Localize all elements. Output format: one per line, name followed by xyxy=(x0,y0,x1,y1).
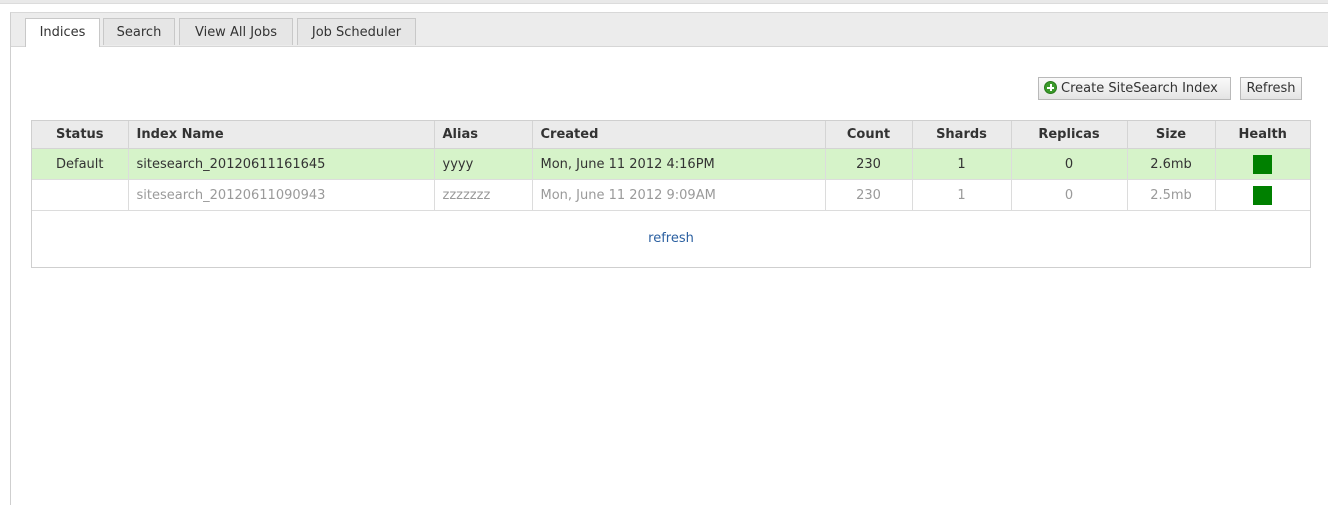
health-status-indicator xyxy=(1253,154,1273,174)
index-name-cell: sitesearch_20120611161645 xyxy=(128,148,435,180)
column-header-alias[interactable]: Alias xyxy=(434,121,533,149)
size-cell: 2.5mb xyxy=(1127,179,1216,211)
indices-page: Indices Search View All Jobs Job Schedul… xyxy=(10,12,1328,505)
count-cell: 230 xyxy=(825,148,913,180)
status-cell xyxy=(32,179,129,211)
tab-bar: Indices Search View All Jobs Job Schedul… xyxy=(11,13,1328,47)
refresh-button[interactable]: Refresh xyxy=(1240,77,1302,100)
alias-cell: yyyy xyxy=(434,148,533,180)
column-header-size[interactable]: Size xyxy=(1127,121,1216,149)
column-header-count[interactable]: Count xyxy=(825,121,913,149)
indices-table: Status Index Name Alias Created Count Sh… xyxy=(32,121,1310,211)
tab-search[interactable]: Search xyxy=(103,18,175,45)
health-cell xyxy=(1215,148,1310,180)
shards-cell: 1 xyxy=(912,148,1012,180)
table-row[interactable]: Default sitesearch_20120611161645 yyyy M… xyxy=(32,148,1310,180)
replicas-cell: 0 xyxy=(1011,148,1128,180)
column-header-index-name[interactable]: Index Name xyxy=(128,121,435,149)
table-row[interactable]: sitesearch_20120611090943 zzzzzzz Mon, J… xyxy=(32,179,1310,211)
column-header-status[interactable]: Status xyxy=(32,121,129,149)
status-cell: Default xyxy=(32,148,129,180)
create-sitesearch-index-label: Create SiteSearch Index xyxy=(1061,81,1218,96)
created-cell: Mon, June 11 2012 4:16PM xyxy=(532,148,826,180)
health-status-indicator xyxy=(1253,185,1273,205)
index-name-cell: sitesearch_20120611090943 xyxy=(128,179,435,211)
indices-table-panel: Status Index Name Alias Created Count Sh… xyxy=(31,120,1311,268)
tab-view-all-jobs[interactable]: View All Jobs xyxy=(179,18,293,45)
health-cell xyxy=(1215,179,1310,211)
refresh-link[interactable]: refresh xyxy=(32,231,1310,246)
tab-indices[interactable]: Indices xyxy=(25,18,100,47)
tab-job-scheduler[interactable]: Job Scheduler xyxy=(297,18,416,45)
replicas-cell: 0 xyxy=(1011,179,1128,211)
column-header-shards[interactable]: Shards xyxy=(912,121,1012,149)
create-sitesearch-index-button[interactable]: Create SiteSearch Index xyxy=(1038,77,1231,100)
count-cell: 230 xyxy=(825,179,913,211)
window-top-edge xyxy=(0,0,1328,4)
column-header-created[interactable]: Created xyxy=(532,121,826,149)
column-header-health[interactable]: Health xyxy=(1215,121,1310,149)
table-header-row: Status Index Name Alias Created Count Sh… xyxy=(32,121,1310,149)
shards-cell: 1 xyxy=(912,179,1012,211)
plus-circle-icon xyxy=(1044,81,1057,94)
created-cell: Mon, June 11 2012 9:09AM xyxy=(532,179,826,211)
size-cell: 2.6mb xyxy=(1127,148,1216,180)
alias-cell: zzzzzzz xyxy=(434,179,533,211)
column-header-replicas[interactable]: Replicas xyxy=(1011,121,1128,149)
